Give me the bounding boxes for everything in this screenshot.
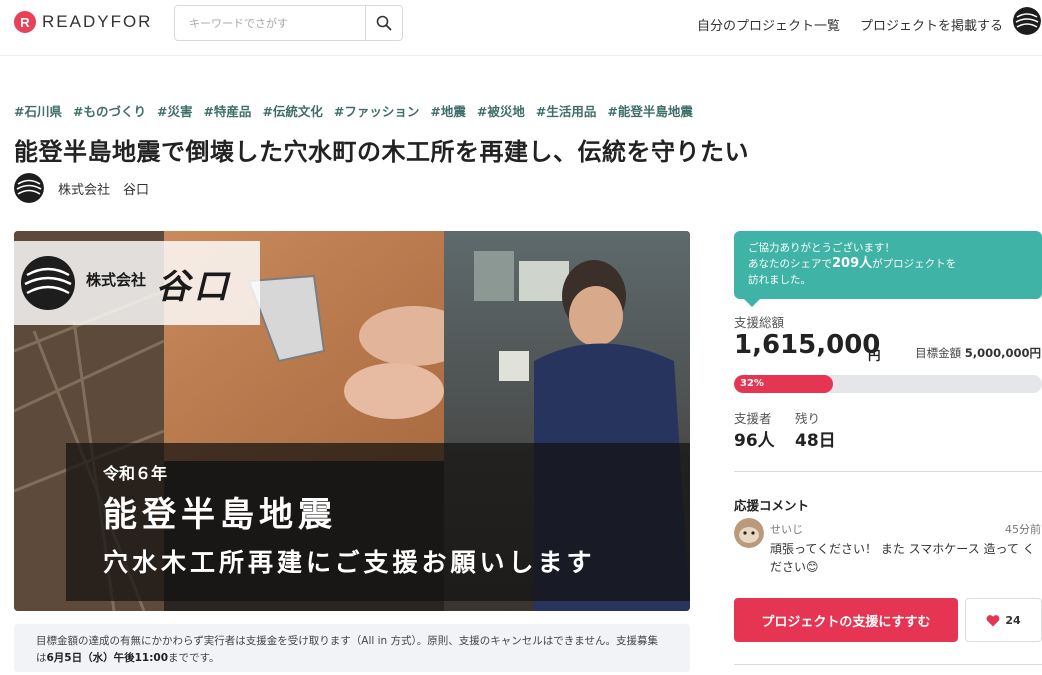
tag-link[interactable]: #特産品 [203,101,251,120]
company-logo-icon [21,256,75,310]
tag-link[interactable]: #災害 [157,101,192,120]
search-input[interactable] [175,6,365,40]
remaining-value: 48日 [795,431,836,451]
project-main-image[interactable]: 株式会社 谷口 令和６年 能登半島地震 穴水木工所再建にご支援お願いします [14,231,690,611]
comment-time: 45分前 [1005,523,1041,536]
project-owner[interactable]: 株式会社 谷口 [14,173,149,203]
search-box [174,5,403,41]
like-button[interactable]: 24 [965,598,1042,642]
tag-link[interactable]: #地震 [430,101,465,120]
share-line-1: ご協力ありがとうございます！ [748,242,895,254]
supporters-value: 96人 [734,431,775,451]
notice-deadline: 6月5日（水）午後11:00 [46,652,169,664]
share-line-3: 訪れました。 [748,274,811,286]
logo-mark-icon: R [14,11,36,33]
owner-avatar [14,173,44,203]
company-name-label: 谷口 [156,266,233,307]
total-unit: 円 [868,348,881,363]
share-thanks-bubble: ご協力ありがとうございます！ あなたのシェアで209人がプロジェクトを 訪れまし… [734,231,1042,307]
remaining-label: 残り [795,411,821,426]
heart-icon [986,614,1000,626]
total-label: 支援総額 [734,315,785,330]
goal-value: 5,000,000円 [964,346,1041,360]
search-button[interactable] [365,6,402,40]
supporters-label: 支援者 [734,411,772,426]
notice-text-end: までです。 [168,652,220,664]
share-line-2: あなたのシェアで209人がプロジェクトを [748,256,957,271]
bubble-tail [744,299,760,307]
like-count: 24 [1005,613,1021,627]
readyfor-logo[interactable]: R READYFOR [14,11,152,33]
project-title: 能登半島地震で倒壊した穴水町の木工所を再建し、伝統を守りたい [14,138,749,166]
divider [734,664,1042,665]
tag-link[interactable]: #ものづくり [73,101,146,120]
total-amount: 1,615,000 [734,330,881,360]
tag-link[interactable]: #生活用品 [536,101,596,120]
comment-user[interactable]: せいじ [770,521,803,537]
goal-amount: 目標金額 5,000,000円 [915,345,1041,361]
tag-link[interactable]: #ファッション [334,101,419,120]
logo-text: READYFOR [42,12,153,31]
progress-fill: 32% [734,375,833,393]
tag-list: #石川県 #ものづくり #災害 #特産品 #伝統文化 #ファッション #地震 #… [14,101,693,120]
divider [734,471,1042,472]
caption-sub: 穴水木工所再建にご支援お願いします [103,548,596,577]
search-icon [376,15,392,31]
company-type-label: 株式会社 [86,270,147,289]
caption-main: 能登半島地震 [103,495,337,535]
comments-title: 応援コメント [734,498,810,513]
funding-progress-bar: 32% [734,375,1042,393]
user-avatar[interactable] [1013,7,1041,35]
tag-link[interactable]: #伝統文化 [262,101,322,120]
company-brand-box: 株式会社 谷口 [14,241,260,325]
all-in-notice: 目標金額の達成の有無にかかわらず実行者は支援金を受け取ります（All in 方式… [14,624,690,672]
tag-link[interactable]: #石川県 [14,101,62,120]
goal-label: 目標金額 [915,346,962,360]
caption-year: 令和６年 [103,464,168,483]
nav-my-projects[interactable]: 自分のプロジェクト一覧 [697,15,840,34]
support-project-button[interactable]: プロジェクトの支援にすすむ [734,598,958,642]
tag-link[interactable]: #能登半島地震 [607,101,692,120]
tag-link[interactable]: #被災地 [477,101,525,120]
nav-post-project[interactable]: プロジェクトを掲載する [860,15,1003,34]
comment-text: 頑張ってください！ また スマホケース 造って ください😊 [770,542,1035,574]
comment-avatar[interactable] [734,518,764,548]
owner-name: 株式会社 谷口 [58,182,150,198]
share-count: 209人 [832,256,873,271]
site-header: R READYFOR 自分のプロジェクト一覧 プロジェクトを掲載する [0,0,1042,56]
